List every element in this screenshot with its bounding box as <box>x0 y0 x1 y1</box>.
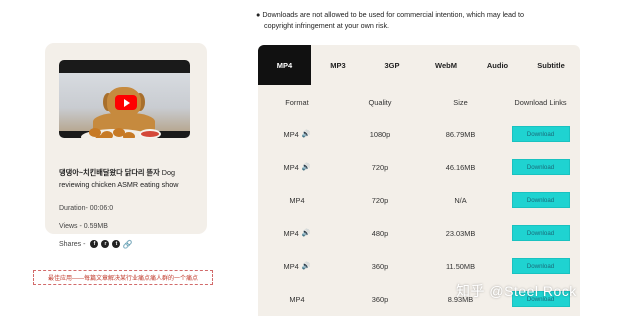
shares-label: Shares - <box>59 240 86 248</box>
facebook-icon[interactable]: f <box>90 240 99 248</box>
table-row: MP4 🔊 1080p 86.79MB Download <box>258 117 580 151</box>
format-tabs: MP4 MP3 3GP WebM Audio Subtitle <box>258 45 580 85</box>
reddit-icon[interactable]: r <box>101 240 110 248</box>
format-cell: MP4 <box>272 282 322 316</box>
format-cell: MP4 🔊 <box>272 249 322 283</box>
format-cell: MP4 <box>272 183 322 217</box>
sauce-bowl <box>139 129 161 138</box>
format-value: MP4 <box>283 129 299 139</box>
table-header: Format Quality Size Download Links <box>258 85 580 119</box>
size-cell: 11.50MB <box>445 261 476 271</box>
table-row: MP4 🔊 480p 23.03MB Download <box>258 216 580 250</box>
tab-webm[interactable]: WebM <box>419 45 473 85</box>
video-views: Views - 0.59MB <box>59 223 108 230</box>
format-value: MP4 <box>283 261 299 271</box>
download-button[interactable]: Download <box>511 159 570 175</box>
quality-cell: 720p <box>371 195 389 205</box>
table-row: MP4 🔊 360p 11.50MB Download <box>258 249 580 283</box>
tab-3gp[interactable]: 3GP <box>365 45 419 85</box>
size-cell: 23.03MB <box>445 228 476 238</box>
table-row: MP4 🔊 720p 46.16MB Download <box>258 150 580 184</box>
video-title: 댕댕아~치킨배달왔다 닭다리 뜯자 Dog reviewing chicken … <box>59 167 199 191</box>
notice-line-1: Downloads are not allowed to be used for… <box>262 10 525 19</box>
tab-subtitle[interactable]: Subtitle <box>522 45 580 85</box>
speaker-icon: 🔊 <box>301 263 311 270</box>
table-row: MP4 720p N/A Download <box>258 183 580 217</box>
size-cell: 46.16MB <box>445 162 476 172</box>
size-cell: N/A <box>454 195 467 205</box>
fried-chicken <box>123 132 135 138</box>
tab-mp3[interactable]: MP3 <box>311 45 365 85</box>
link-icon[interactable]: 🔗 <box>122 240 132 249</box>
download-button[interactable]: Download <box>511 192 570 208</box>
copyright-notice: ● Downloads are not allowed to be used f… <box>256 9 524 31</box>
speaker-icon: 🔊 <box>301 131 311 138</box>
notice-line-2: copyright infringement at your own risk. <box>264 21 390 30</box>
format-cell: MP4 🔊 <box>272 216 322 250</box>
quality-cell: 1080p <box>369 129 391 139</box>
header-quality: Quality <box>368 97 392 107</box>
quality-cell: 720p <box>371 162 389 172</box>
tab-mp4[interactable]: MP4 <box>258 45 311 85</box>
video-info-card: 댕댕아~치킨배달왔다 닭다리 뜯자 Dog reviewing chicken … <box>45 43 207 234</box>
fried-chicken <box>95 135 107 138</box>
quality-cell: 360p <box>371 261 389 271</box>
download-button[interactable]: Download <box>511 258 570 274</box>
video-thumbnail[interactable] <box>59 60 190 138</box>
format-cell: MP4 🔊 <box>272 150 322 184</box>
download-cell: Download <box>503 150 578 184</box>
header-format: Format <box>285 97 309 107</box>
twitter-icon[interactable]: t <box>112 240 121 248</box>
download-button[interactable]: Download <box>511 126 570 142</box>
download-button[interactable]: Download <box>511 225 570 241</box>
download-cell: Download <box>503 216 578 250</box>
shares-bar: Shares - f r t 🔗 <box>59 240 132 249</box>
speaker-icon: 🔊 <box>301 230 311 237</box>
header-download-links: Download Links <box>514 97 567 107</box>
format-value: MP4 <box>283 162 299 172</box>
play-icon[interactable] <box>115 95 137 110</box>
video-title-korean: 댕댕아~치킨배달왔다 닭다리 뜯자 <box>59 168 160 177</box>
format-cell: MP4 🔊 <box>272 117 322 151</box>
quality-cell: 480p <box>371 228 389 238</box>
video-duration: Duration- 00:06:0 <box>59 205 114 212</box>
header-size: Size <box>453 97 468 107</box>
quality-cell: 360p <box>371 294 389 304</box>
format-value: MP4 <box>283 228 299 238</box>
speaker-icon: 🔊 <box>301 164 311 171</box>
format-value: MP4 <box>289 195 305 205</box>
size-cell: 86.79MB <box>445 129 476 139</box>
download-cell: Download <box>503 183 578 217</box>
download-panel: MP4 MP3 3GP WebM Audio Subtitle Format Q… <box>258 45 580 316</box>
tab-audio[interactable]: Audio <box>473 45 522 85</box>
format-value: MP4 <box>289 294 305 304</box>
download-cell: Download <box>503 249 578 283</box>
watermark: 知乎 @Steel Rock <box>456 283 577 299</box>
download-cell: Download <box>503 117 578 151</box>
promo-banner[interactable]: 最佳应用——每篇文章解决某行业痛点痛人群的一个痛点 <box>33 270 213 285</box>
